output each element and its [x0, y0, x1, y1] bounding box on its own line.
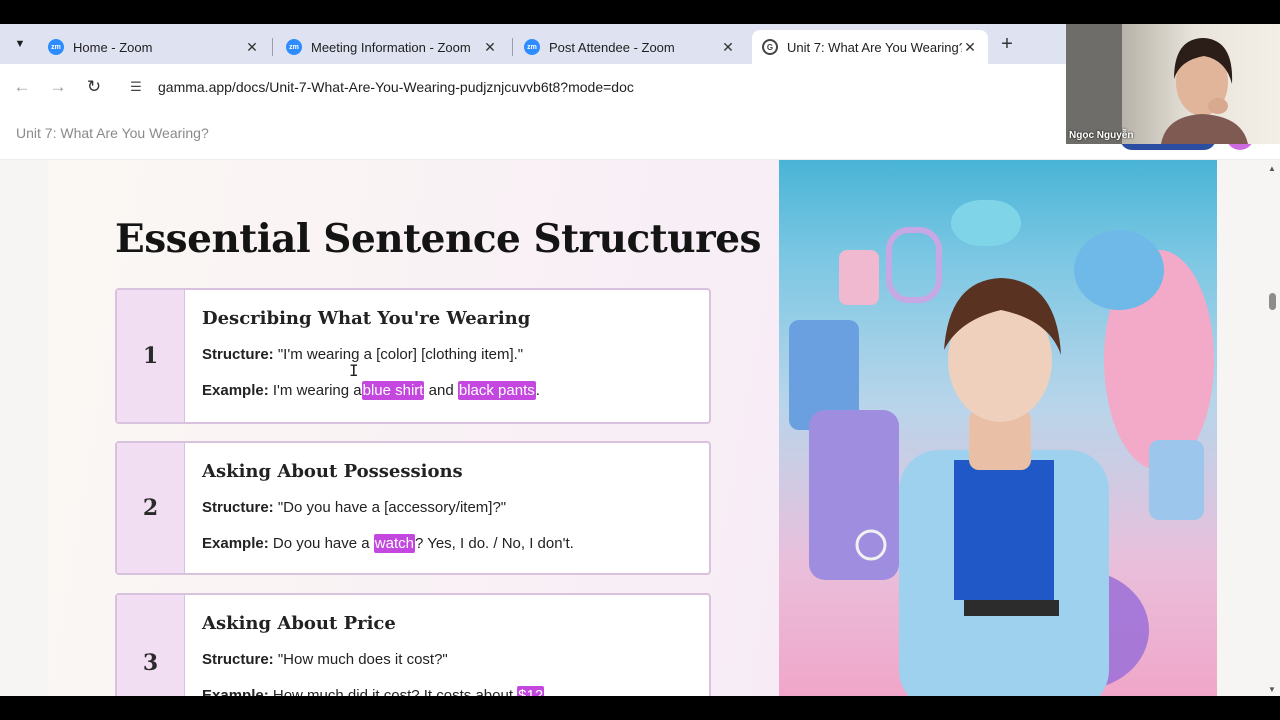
chevron-down-icon: ▼ [14, 38, 26, 50]
example-line: Example: Do you have a watch? Yes, I do.… [202, 534, 574, 553]
tab-title: Meeting Information - Zoom [311, 39, 471, 55]
tab-title: Home - Zoom [73, 39, 153, 55]
highlight-term: black pants [457, 381, 536, 400]
arrow-right-icon: → [49, 77, 67, 96]
tab-divider [512, 38, 513, 56]
zoom-icon: zm [286, 39, 302, 55]
structure-text: "I'm wearing a [color] [clothing item]." [277, 346, 524, 363]
item-number: 3 [117, 595, 185, 696]
structure-text: "Do you have a [accessory/item]?" [277, 499, 507, 516]
example-text: I'm wearing a [272, 382, 362, 399]
example-line: Example: How much did it cost? It costs … [202, 686, 545, 696]
scrollbar[interactable]: ▲ ▼ [1264, 160, 1280, 696]
structure-text: "How much does it cost?" [277, 651, 448, 668]
example-text: ? Yes, I do. / No, I don't. [414, 535, 574, 552]
tab-meeting-information[interactable]: zm Meeting Information - Zoom ✕ [276, 30, 508, 64]
zoom-icon: zm [524, 39, 540, 55]
participant-video[interactable]: Ngọc Nguyễn [1066, 24, 1280, 144]
tab-unit-7[interactable]: G Unit 7: What Are You Wearing? ✕ [752, 30, 988, 64]
scroll-up-icon[interactable]: ▲ [1268, 164, 1276, 173]
tab-title: Post Attendee - Zoom [549, 39, 675, 55]
site-settings-icon[interactable]: ☰ [124, 79, 148, 95]
reload-icon: ↻ [86, 77, 102, 96]
structure-line: Structure: "I'm wearing a [color] [cloth… [202, 346, 523, 363]
url-text: gamma.app/docs/Unit-7-What-Are-You-Weari… [158, 79, 634, 95]
item-title: Asking About Price [202, 613, 396, 634]
page-title: Essential Sentence Structures [115, 216, 761, 262]
close-icon[interactable]: ✕ [244, 39, 260, 56]
close-icon[interactable]: ✕ [962, 39, 978, 56]
item-title: Describing What You're Wearing [202, 308, 531, 329]
new-tab-button[interactable]: + [996, 32, 1018, 56]
back-button[interactable]: ← [10, 75, 34, 99]
arrow-left-icon: ← [13, 77, 31, 96]
example-text: How much did it cost? It costs about [272, 687, 513, 696]
tab-title: Unit 7: What Are You Wearing? [787, 39, 962, 55]
example-label: Example: [202, 687, 269, 696]
example-text: and [428, 382, 454, 399]
structure-line: Structure: "How much does it cost?" [202, 651, 448, 668]
highlight-term: blue shirt [361, 381, 425, 400]
participant-name: Ngọc Nguyễn [1069, 130, 1134, 141]
tab-divider [272, 38, 273, 56]
doc-title: Unit 7: What Are You Wearing? [16, 125, 209, 141]
structure-label: Structure: [202, 651, 274, 668]
example-text: Do you have a [272, 535, 370, 552]
example-label: Example: [202, 535, 269, 552]
highlight-term: watch [373, 534, 415, 553]
structure-label: Structure: [202, 346, 274, 363]
screen: ▼ zm Home - Zoom ✕ zm Meeting Informatio… [0, 0, 1280, 720]
tab-post-attendee[interactable]: zm Post Attendee - Zoom ✕ [514, 30, 746, 64]
plus-icon: + [1001, 32, 1013, 55]
zoom-icon: zm [48, 39, 64, 55]
structure-card-3: 3 Asking About Price Structure: "How muc… [115, 593, 711, 696]
structure-card-1: 1 Describing What You're Wearing Structu… [115, 288, 711, 424]
address-bar[interactable]: ☰ gamma.app/docs/Unit-7-What-Are-You-Wea… [118, 71, 1078, 103]
scrollbar-thumb[interactable] [1269, 293, 1276, 310]
item-title: Asking About Possessions [202, 461, 463, 482]
structure-line: Structure: "Do you have a [accessory/ite… [202, 499, 506, 516]
example-text: . [535, 382, 540, 399]
structure-card-2: 2 Asking About Possessions Structure: "D… [115, 441, 711, 575]
tab-search-button[interactable]: ▼ [8, 32, 32, 56]
tab-home-zoom[interactable]: zm Home - Zoom ✕ [38, 30, 270, 64]
scroll-down-icon[interactable]: ▼ [1268, 685, 1276, 694]
highlight-term: $12 [517, 686, 545, 696]
close-icon[interactable]: ✕ [720, 39, 736, 56]
text-cursor-icon: I [349, 361, 359, 380]
example-line: Example: I'm wearing ablue shirt and bla… [202, 381, 540, 400]
example-label: Example: [202, 382, 269, 399]
close-icon[interactable]: ✕ [482, 39, 498, 56]
reload-button[interactable]: ↻ [82, 75, 106, 99]
item-number: 1 [117, 290, 185, 422]
forward-button[interactable]: → [46, 75, 70, 99]
fashion-illustration [779, 160, 1217, 696]
fashion-illustration-art [789, 200, 1214, 696]
gamma-icon: G [762, 39, 778, 55]
participant-video-frame [1066, 24, 1248, 144]
doc-content: Essential Sentence Structures 1 Describi… [0, 160, 1280, 696]
item-number: 2 [117, 443, 185, 573]
structure-label: Structure: [202, 499, 274, 516]
